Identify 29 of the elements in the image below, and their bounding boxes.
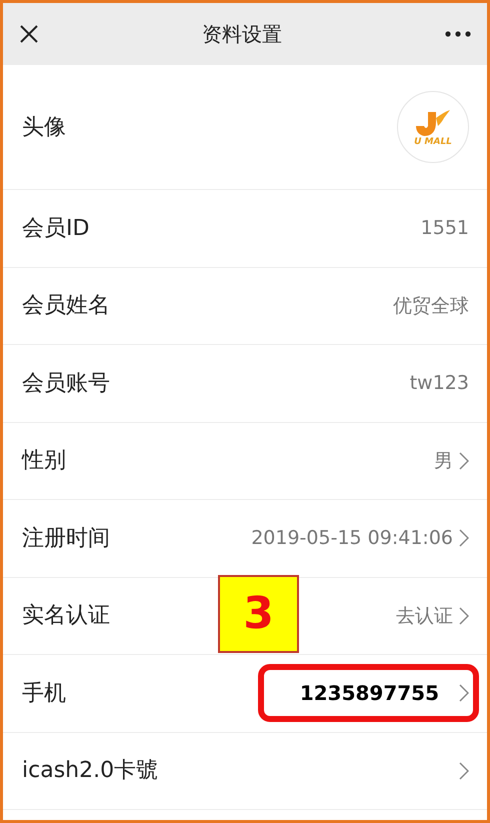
row-label: 手机 [22, 680, 66, 708]
settings-row[interactable]: icash2.0卡號 [3, 732, 487, 810]
row-label: 头像 [22, 114, 66, 142]
close-icon[interactable] [19, 24, 39, 44]
logo-icon [414, 108, 452, 138]
row-value: 男 [434, 448, 453, 474]
row-label: 实名认证 [22, 602, 110, 630]
row-label: 性别 [22, 447, 66, 476]
row-value: 2019-05-15 09:41:06 [251, 526, 453, 551]
settings-row[interactable]: 会员姓名 优贸全球 [3, 268, 487, 345]
row-value: 优贸全球 [393, 294, 469, 318]
logo-text: U MALL [414, 138, 452, 146]
row-value: 1551 [420, 216, 469, 241]
settings-row[interactable]: 头像 U MALL [3, 65, 487, 190]
more-icon[interactable] [445, 31, 471, 37]
row-label: 会员姓名 [22, 292, 110, 320]
page-title: 资料设置 [202, 21, 282, 48]
annotation-label: 3 [218, 575, 299, 653]
row-label: 会员账号 [22, 370, 110, 398]
settings-row[interactable]: 会员账号 tw123 [3, 345, 487, 422]
settings-row[interactable]: 手机 1235897755 [3, 655, 487, 732]
row-value: 1235897755 [300, 680, 439, 708]
row-label: icash2.0卡號 [22, 757, 158, 786]
settings-row[interactable]: 会员ID 1551 [3, 190, 487, 268]
row-value: tw123 [410, 371, 469, 396]
row-label: 注册时间 [22, 524, 110, 553]
settings-row[interactable]: 性别 男 [3, 422, 487, 500]
row-value: 去认证 [396, 604, 453, 628]
row-label: 会员ID [22, 214, 90, 243]
